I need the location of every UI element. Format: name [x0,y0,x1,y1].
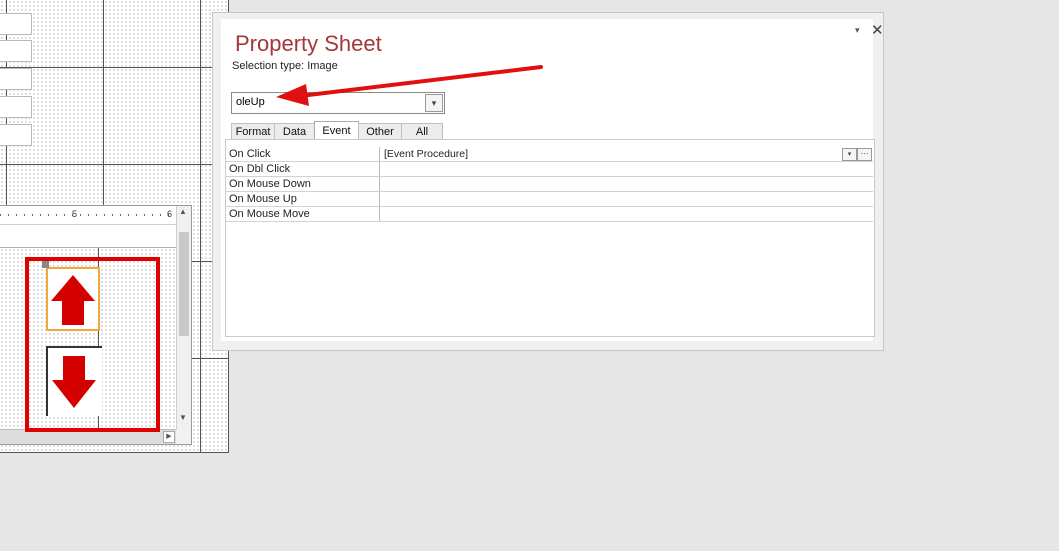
annotation-arrow-icon [276,65,543,106]
